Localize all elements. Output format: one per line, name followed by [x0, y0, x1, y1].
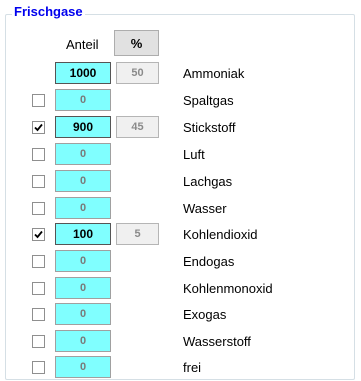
gas-name-label: Kohlendioxid	[183, 227, 258, 242]
gas-name-label: Stickstoff	[183, 120, 236, 135]
checkmark-icon	[34, 230, 43, 239]
anteil-input[interactable]: 100	[55, 223, 111, 245]
anteil-input[interactable]: 1000	[55, 62, 111, 84]
gas-checkbox[interactable]	[32, 335, 45, 348]
gas-row: 0 Wasser	[0, 196, 361, 222]
anteil-input[interactable]: 0	[55, 89, 111, 111]
gas-row: 0 Endogas	[0, 249, 361, 275]
gas-row: 100 5 Kohlendioxid	[0, 222, 361, 248]
gas-checkbox[interactable]	[32, 308, 45, 321]
gas-name-label: frei	[183, 360, 202, 375]
anteil-input[interactable]: 0	[55, 250, 111, 272]
group-title: Frischgase	[12, 4, 85, 20]
gas-row: 0 frei	[0, 355, 361, 381]
gas-name-label: Exogas	[183, 307, 227, 322]
gas-row: 0 Wasserstoff	[0, 329, 361, 355]
gas-name-label: Endogas	[183, 254, 235, 269]
gas-checkbox[interactable]	[32, 282, 45, 295]
anteil-input[interactable]: 0	[55, 277, 111, 299]
gas-row: 0 Exogas	[0, 302, 361, 328]
gas-checkbox[interactable]	[32, 121, 45, 134]
gas-name-label: Kohlenmonoxid	[183, 281, 273, 296]
anteil-input[interactable]: 0	[55, 356, 111, 378]
gas-row: 1000 50 Ammoniak	[0, 61, 361, 87]
percent-field: 5	[116, 223, 159, 245]
gas-name-label: Lachgas	[183, 174, 233, 189]
gas-row: 900 45 Stickstoff	[0, 115, 361, 141]
gas-name-label: Luft	[183, 147, 205, 162]
gas-checkbox[interactable]	[32, 94, 45, 107]
gas-row: 0 Luft	[0, 142, 361, 168]
gas-row: 0 Lachgas	[0, 169, 361, 195]
anteil-input[interactable]: 900	[55, 116, 111, 138]
percent-field: 45	[116, 116, 159, 138]
anteil-input[interactable]: 0	[55, 303, 111, 325]
gas-checkbox[interactable]	[32, 148, 45, 161]
anteil-input[interactable]: 0	[55, 143, 111, 165]
anteil-input[interactable]: 0	[55, 170, 111, 192]
gas-name-label: Ammoniak	[183, 66, 245, 81]
percent-button[interactable]: %	[114, 30, 159, 56]
gas-row: 0 Spaltgas	[0, 88, 361, 114]
checkmark-icon	[34, 123, 43, 132]
anteil-input[interactable]: 0	[55, 197, 111, 219]
gas-name-label: Spaltgas	[183, 93, 234, 108]
gas-row: 0 Kohlenmonoxid	[0, 276, 361, 302]
anteil-label: Anteil	[66, 37, 99, 52]
gas-checkbox[interactable]	[32, 361, 45, 374]
anteil-input[interactable]: 0	[55, 330, 111, 352]
gas-name-label: Wasserstoff	[183, 334, 251, 349]
gas-checkbox[interactable]	[32, 175, 45, 188]
gas-checkbox[interactable]	[32, 255, 45, 268]
gas-checkbox[interactable]	[32, 202, 45, 215]
percent-field: 50	[116, 62, 159, 84]
gas-name-label: Wasser	[183, 201, 227, 216]
gas-checkbox[interactable]	[32, 228, 45, 241]
